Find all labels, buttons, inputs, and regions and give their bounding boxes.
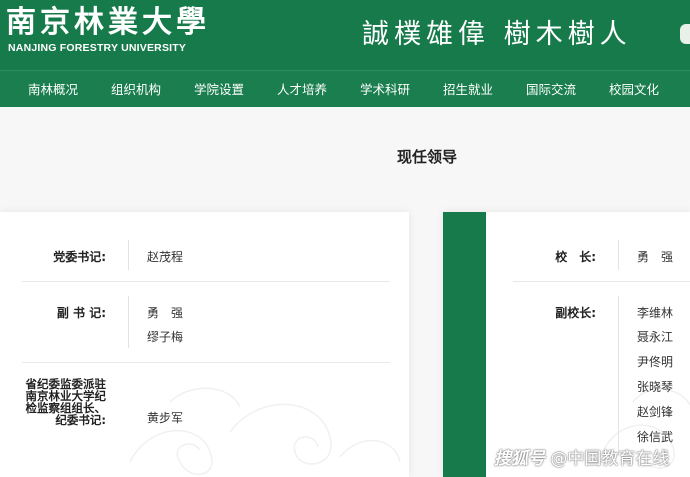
row-divider [513, 281, 690, 282]
nav-item-research[interactable]: 学术科研 [360, 71, 410, 108]
sohu-logo: 搜狐号 [494, 449, 545, 469]
deputy-secretary-label: 副 书 记: [56, 306, 106, 320]
nav-item-international[interactable]: 国际交流 [526, 71, 576, 108]
university-motto: 誠樸雄偉 樹木樹人 [362, 19, 632, 50]
nav-item-education[interactable]: 人才培养 [277, 71, 327, 108]
label-line: 纪委书记: [55, 413, 106, 427]
nav-item-organization[interactable]: 组织机构 [111, 71, 161, 108]
row-divider [22, 362, 390, 363]
party-secretary-name: 赵茂程 [147, 250, 184, 264]
nav-item-campus-culture[interactable]: 校园文化 [609, 71, 659, 108]
deputy-secretary-name-2: 缪子梅 [147, 330, 184, 344]
vice-president-name-4: 张晓琴 [637, 380, 674, 394]
card-accent-bar [443, 212, 486, 477]
vice-president-name-6: 徐信武 [637, 430, 674, 444]
nav-item-overview[interactable]: 南林概况 [28, 71, 78, 108]
vice-president-name-2: 聂永江 [637, 330, 674, 344]
column-divider [128, 296, 129, 348]
row-divider [22, 281, 390, 282]
discipline-secretary-label: 省纪委监委派驻 南京林业大学纪 检监察组组长、 纪委书记: [20, 378, 107, 427]
nav-item-schools[interactable]: 学院设置 [194, 71, 244, 108]
nav-item-admissions[interactable]: 招生就业 [443, 71, 493, 108]
university-logo[interactable]: 南京林業大學 [6, 4, 210, 42]
discipline-secretary-name: 黄步军 [147, 411, 184, 425]
column-divider [128, 240, 129, 270]
leadership-card-administration: 校 长: 勇 强 副校长: 李维林 聂永江 尹佟明 张晓琴 赵剑锋 徐信武 [443, 212, 690, 477]
header-side-tab [680, 24, 690, 44]
president-name: 勇 强 [637, 250, 674, 264]
site-header: 南京林業大學 NANJING FORESTRY UNIVERSITY 誠樸雄偉 … [0, 0, 690, 70]
deputy-secretary-name-1: 勇 强 [147, 306, 184, 320]
column-divider [618, 240, 619, 270]
university-logo-english: NANJING FORESTRY UNIVERSITY [8, 42, 187, 54]
vice-president-label: 副校长: [555, 306, 596, 320]
party-secretary-label: 党委书记: [53, 250, 106, 264]
column-divider [618, 296, 619, 456]
main-nav: 南林概况 组织机构 学院设置 人才培养 学术科研 招生就业 国际交流 校园文化 [0, 70, 690, 107]
source-watermark: 搜狐号 @中国教育在线 [494, 444, 669, 469]
vice-president-name-3: 尹佟明 [637, 355, 674, 369]
vice-president-name-5: 赵剑锋 [637, 405, 674, 419]
page-title: 现任领导 [396, 148, 457, 166]
leadership-card-party: 党委书记: 赵茂程 副 书 记: 勇 强 缪子梅 省纪委监委派驻 南京林业大学纪… [0, 212, 409, 477]
watermark-text: @中国教育在线 [550, 449, 670, 469]
president-label: 校 长: [555, 250, 596, 264]
vice-president-name-1: 李维林 [637, 306, 674, 320]
